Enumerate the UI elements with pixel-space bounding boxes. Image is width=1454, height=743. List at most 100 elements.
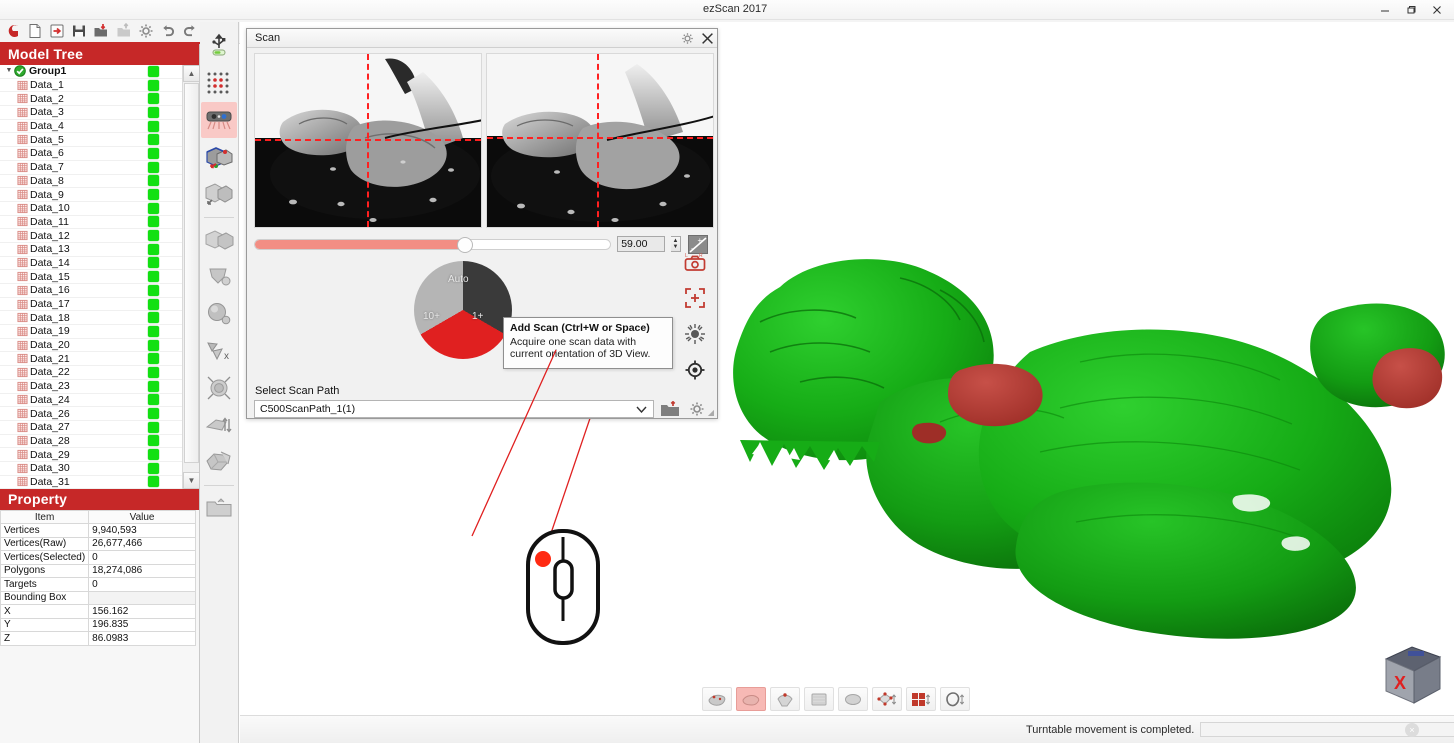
tree-expand-toggle[interactable]: ▼ (4, 66, 14, 76)
optimize-mesh-icon[interactable] (201, 370, 237, 406)
tree-item-row[interactable]: Data_3 (0, 106, 182, 120)
usb-device-icon[interactable] (201, 28, 237, 64)
transparency-icon[interactable] (940, 687, 970, 711)
tree-item-row[interactable]: Data_18 (0, 311, 182, 326)
visibility-indicator[interactable] (148, 366, 159, 378)
visibility-check-icon[interactable] (14, 65, 26, 78)
tree-item-row[interactable]: Data_31 (0, 476, 182, 489)
pie-segment-one-plus[interactable]: 1+ (472, 311, 483, 322)
open-project-icon[interactable] (47, 21, 67, 42)
settings-gear-icon[interactable] (136, 21, 156, 42)
tree-item-row[interactable]: Data_2 (0, 92, 182, 107)
exposure-stepper[interactable]: ▲ ▼ (670, 236, 682, 252)
global-registration-icon[interactable] (201, 222, 237, 258)
visibility-indicator[interactable] (148, 284, 159, 296)
render-smooth-icon[interactable] (838, 687, 868, 711)
visibility-indicator[interactable] (148, 476, 159, 488)
grid-view-icon[interactable] (906, 687, 936, 711)
tree-item-row[interactable]: Data_24 (0, 394, 182, 408)
resize-grip[interactable]: ◢ (708, 408, 714, 417)
visibility-indicator[interactable] (148, 175, 159, 187)
model-tree-list[interactable]: ▼ Group1 Data_1 Data_2 Data_3 Data_4 Data_5 Dat… (0, 65, 182, 489)
close-button[interactable] (1424, 1, 1450, 19)
decimate-icon[interactable] (201, 407, 237, 443)
scroll-down-arrow-icon[interactable]: ▼ (183, 472, 199, 489)
tree-item-row[interactable]: Data_19 (0, 325, 182, 339)
maximize-restore-button[interactable] (1398, 1, 1424, 19)
tree-item-row[interactable]: Data_11 (0, 216, 182, 230)
exposure-value-input[interactable]: 59.00 (617, 236, 665, 252)
brightness-sun-icon[interactable] (683, 322, 707, 346)
gear-icon[interactable] (677, 29, 697, 47)
tree-item-row[interactable]: Data_6 (0, 147, 182, 161)
render-points-icon[interactable] (702, 687, 732, 711)
crosshair-frame-icon[interactable] (683, 286, 707, 310)
calibration-board-icon[interactable] (201, 65, 237, 101)
save-icon[interactable] (69, 21, 89, 42)
gear-icon[interactable] (686, 400, 708, 419)
visibility-indicator[interactable] (148, 394, 159, 406)
open-folder-icon[interactable] (659, 400, 681, 419)
app-logo-icon[interactable] (3, 21, 23, 42)
merge-mesh-icon[interactable] (201, 176, 237, 212)
tree-item-row[interactable]: Data_17 (0, 298, 182, 312)
visibility-indicator[interactable] (148, 189, 159, 201)
render-shaded-icon[interactable] (736, 687, 766, 711)
visibility-indicator[interactable] (148, 408, 159, 420)
visibility-indicator[interactable] (148, 339, 159, 351)
redo-icon[interactable] (180, 21, 200, 42)
visibility-indicator[interactable] (148, 216, 159, 228)
open-folder-icon[interactable] (201, 490, 237, 526)
visibility-indicator[interactable] (148, 312, 159, 324)
visibility-indicator[interactable] (148, 353, 159, 365)
tree-item-row[interactable]: Data_14 (0, 257, 182, 271)
visibility-indicator[interactable] (148, 106, 159, 118)
exposure-slider-handle[interactable] (456, 236, 473, 253)
tree-item-row[interactable]: Data_26 (0, 407, 182, 421)
tree-item-row[interactable]: Data_12 (0, 229, 182, 243)
tree-item-row[interactable]: Data_7 (0, 161, 182, 175)
visibility-indicator[interactable] (148, 271, 159, 283)
tree-item-row[interactable]: Data_1 (0, 79, 182, 93)
scroll-up-arrow-icon[interactable]: ▲ (183, 65, 199, 82)
scrollbar-thumb[interactable] (184, 83, 199, 463)
visibility-indicator[interactable] (148, 421, 159, 433)
tree-item-row[interactable]: Data_28 (0, 435, 182, 449)
tree-item-row[interactable]: Data_22 (0, 366, 182, 380)
tree-item-row[interactable]: Data_10 (0, 202, 182, 216)
focus-target-icon[interactable] (683, 358, 707, 382)
fill-holes-icon[interactable] (201, 259, 237, 295)
model-tree-scrollbar[interactable]: ▲ ▼ (182, 65, 199, 489)
visibility-indicator[interactable] (148, 298, 159, 310)
visibility-indicator[interactable] (148, 243, 159, 255)
bounding-box-icon[interactable] (872, 687, 902, 711)
visibility-indicator[interactable] (148, 93, 159, 105)
scanner-head-icon[interactable] (201, 102, 237, 138)
tree-item-row[interactable]: Data_9 (0, 188, 182, 202)
visibility-indicator[interactable] (148, 202, 159, 214)
tree-item-row[interactable]: Data_15 (0, 270, 182, 284)
tree-item-row[interactable]: Data_27 (0, 421, 182, 435)
minimize-button[interactable] (1372, 1, 1398, 19)
visibility-indicator[interactable] (148, 161, 159, 173)
export-icon[interactable] (114, 21, 134, 42)
visibility-indicator[interactable] (148, 230, 159, 242)
align-datasets-icon[interactable] (201, 139, 237, 175)
navigation-cube[interactable]: X (1372, 637, 1452, 712)
tree-item-row[interactable]: Data_23 (0, 380, 182, 394)
tree-item-row[interactable]: Data_21 (0, 352, 182, 367)
render-wireframe-icon[interactable] (770, 687, 800, 711)
tree-item-row[interactable]: Data_30 (0, 462, 182, 476)
camera-capture-icon[interactable]: L R (683, 250, 707, 274)
visibility-indicator[interactable] (148, 65, 159, 77)
pie-segment-ten-plus[interactable]: 10+ (423, 311, 440, 322)
pie-chart[interactable]: Auto 1+ 10+ (414, 261, 512, 359)
pie-segment-auto[interactable]: Auto (448, 274, 469, 285)
smooth-surface-icon[interactable] (201, 296, 237, 332)
camera-preview-right[interactable] (486, 53, 714, 228)
visibility-indicator[interactable] (148, 435, 159, 447)
render-flat-icon[interactable] (804, 687, 834, 711)
shell-mesh-icon[interactable] (201, 444, 237, 480)
visibility-indicator[interactable] (148, 134, 159, 146)
tree-item-row[interactable]: Data_8 (0, 175, 182, 189)
